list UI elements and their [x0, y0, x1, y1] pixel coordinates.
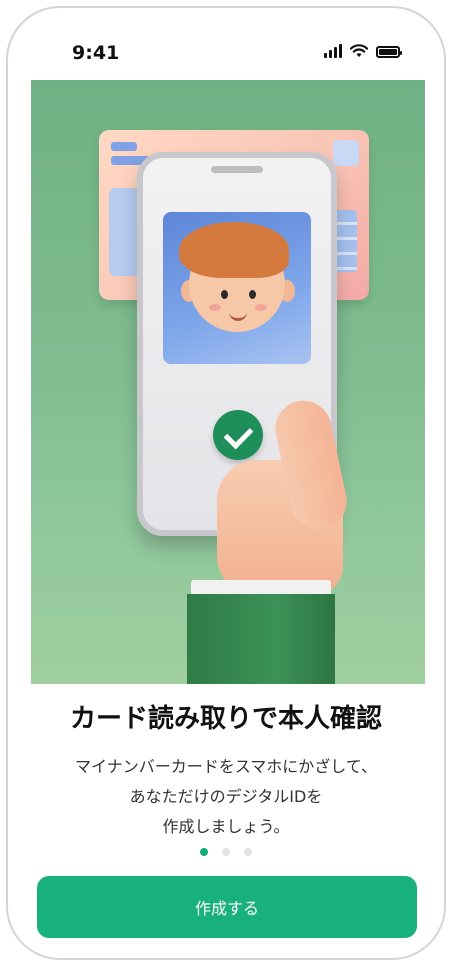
onboarding-description: マイナンバーカードをスマホにかざして、 あなただけのデジタルIDを 作成しましょ…	[8, 752, 444, 842]
checkmark-icon	[213, 410, 263, 460]
onboarding-title: カード読み取りで本人確認	[69, 704, 382, 734]
battery-icon	[376, 46, 402, 58]
create-button[interactable]: 作成する	[37, 876, 417, 938]
status-icons	[324, 44, 402, 58]
avatar-photo-illustration	[163, 212, 311, 364]
description-line: 作成しましょう。	[162, 817, 290, 836]
status-time: 9:41	[72, 42, 120, 64]
wifi-icon	[350, 44, 368, 57]
hero-illustration	[31, 80, 425, 684]
cellular-signal-icon	[324, 44, 342, 58]
description-line: マイナンバーカードをスマホにかざして、	[75, 757, 377, 776]
sleeve-illustration	[187, 594, 335, 684]
page-dot-3[interactable]	[244, 848, 252, 856]
description-line: あなただけのデジタルIDを	[129, 787, 323, 806]
home-indicator[interactable]	[161, 958, 301, 960]
page-dot-2[interactable]	[222, 848, 230, 856]
status-bar: 9:41	[8, 8, 444, 84]
page-dot-1[interactable]	[200, 848, 208, 856]
page-indicator	[8, 848, 444, 856]
phone-frame: 9:41 カード読み取りで本人確認 マイナンバーカードをスマホにかざして、 あな…	[6, 6, 446, 960]
